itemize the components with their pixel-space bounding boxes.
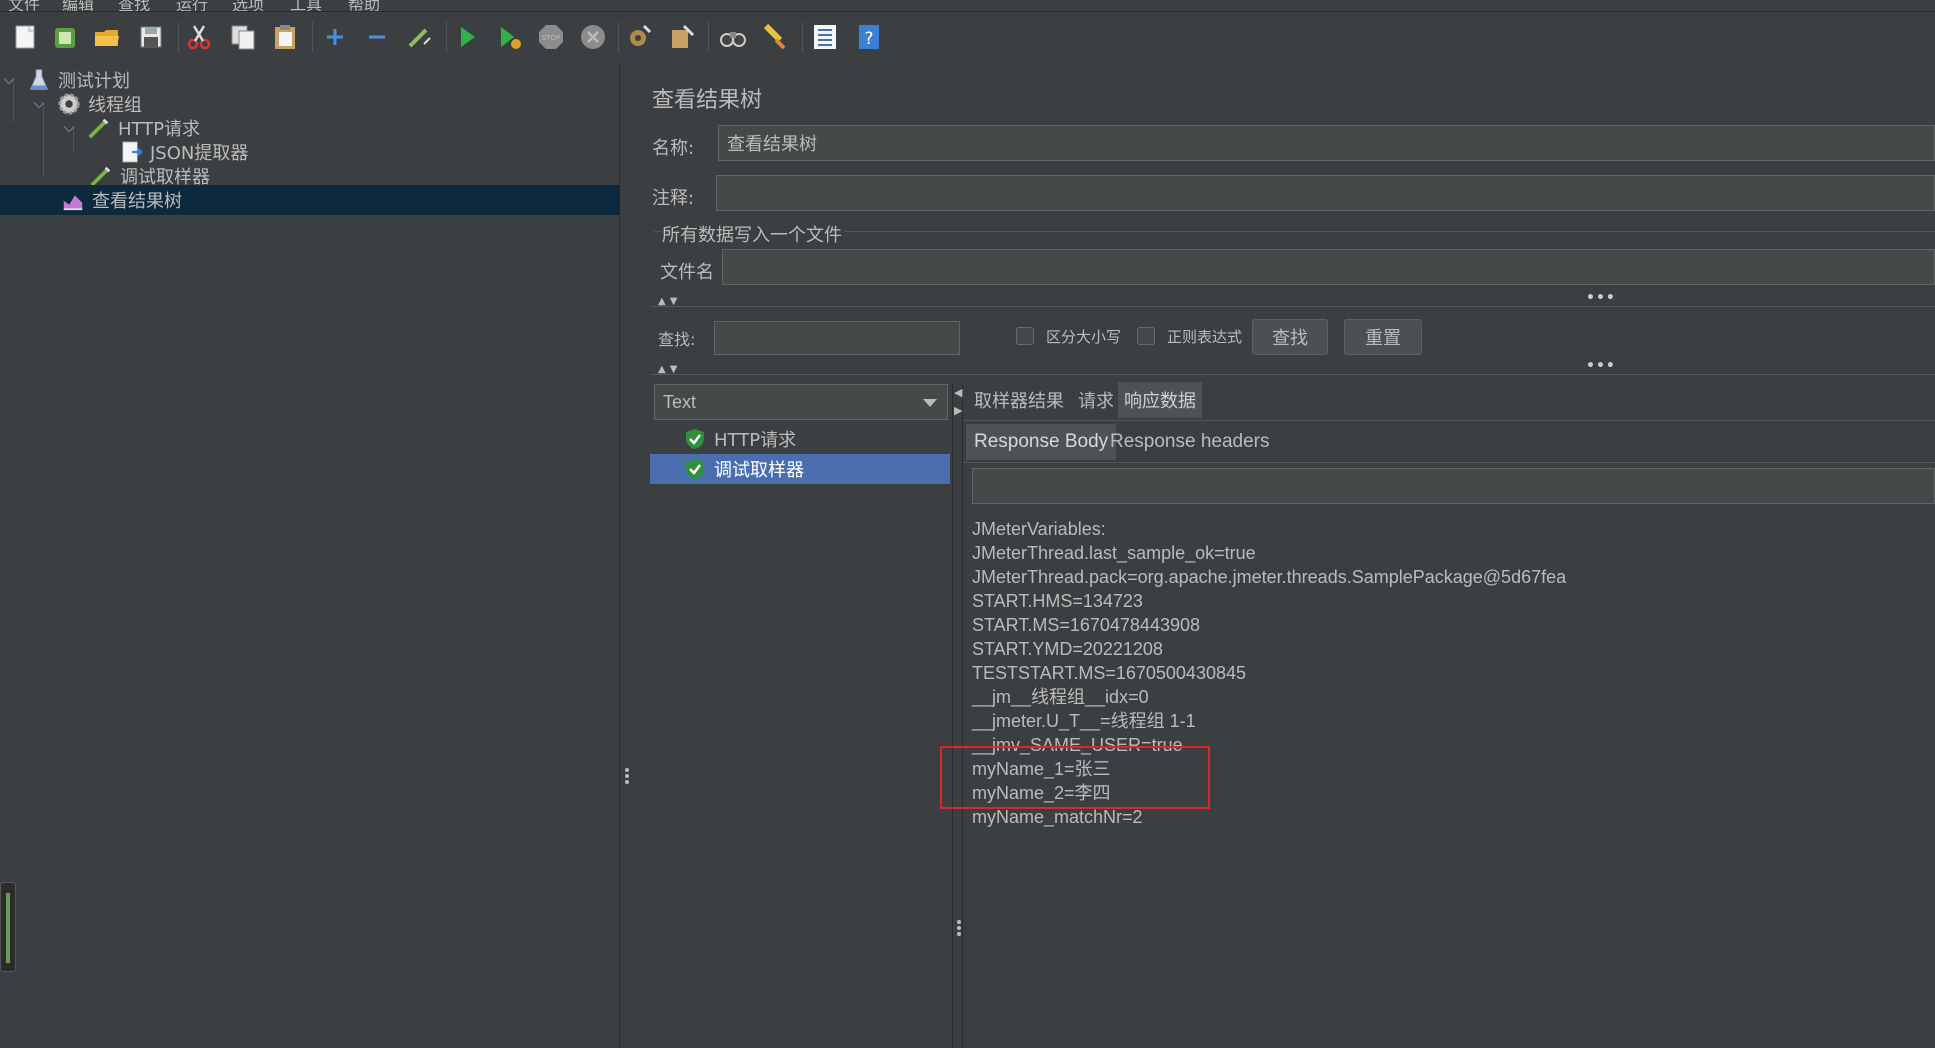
filename-field[interactable] (722, 249, 1935, 285)
tab-request[interactable]: 请求 (1072, 382, 1120, 418)
reset-button[interactable]: 重置 (1344, 319, 1422, 355)
toggle-icon[interactable] (402, 20, 436, 54)
response-line: START.MS=1670478443908 (972, 615, 1200, 635)
function-helper-icon[interactable] (808, 20, 842, 54)
tab-response-body[interactable]: Response Body (966, 424, 1117, 460)
menu-help[interactable]: 帮助 (348, 0, 380, 11)
comment-label: 注释: (652, 188, 695, 209)
menu-search[interactable]: 查找 (118, 0, 150, 11)
open-icon[interactable] (90, 20, 124, 54)
listener-icon (60, 187, 86, 213)
renderer-select[interactable]: Text (654, 384, 948, 420)
response-line: __jm__线程组__idx=0 (972, 687, 1149, 707)
svg-text:STOP: STOP (542, 34, 560, 42)
response-line: JMeterThread.pack=org.apache.jmeter.thre… (972, 567, 1567, 587)
shutdown-icon[interactable] (576, 20, 610, 54)
tree-item-label: 查看结果树 (92, 191, 182, 212)
chevron-down-icon[interactable]: ⌵ (30, 96, 48, 112)
response-line: START.HMS=134723 (972, 591, 1143, 611)
splitter-handle[interactable] (624, 766, 630, 786)
regex-label: 正则表达式 (1167, 328, 1243, 346)
result-item-label: HTTP请求 (714, 430, 797, 451)
collapse-arrows-1[interactable]: ▲▼ (658, 296, 681, 307)
start-icon[interactable] (450, 20, 484, 54)
success-shield-icon (684, 428, 706, 450)
test-plan-tree: ⌵ 测试计划 ⌵ 线程组 ⌵ HTTP请求 JSON提取器 调试取样器 查看结果… (0, 64, 620, 1048)
toolbar: STOP ? (0, 12, 1935, 64)
splitter-handle[interactable] (956, 918, 962, 938)
response-line: JMeterVariables: (972, 519, 1106, 539)
new-icon[interactable] (8, 20, 42, 54)
menu-file[interactable]: 文件 (8, 0, 40, 11)
reset-search-icon[interactable] (758, 20, 792, 54)
help-icon[interactable]: ? (852, 20, 886, 54)
success-shield-icon (684, 458, 706, 480)
templates-icon[interactable] (48, 20, 82, 54)
paste-icon[interactable] (268, 20, 302, 54)
copy-icon[interactable] (226, 20, 260, 54)
start-no-pause-icon[interactable] (492, 20, 526, 54)
more-dots-1[interactable]: ••• (1586, 290, 1616, 306)
chevron-down-icon[interactable]: ⌵ (0, 72, 18, 88)
clear-icon[interactable] (622, 20, 656, 54)
menu-tools[interactable]: 工具 (290, 0, 322, 11)
find-button[interactable]: 查找 (1252, 319, 1328, 355)
expand-icon[interactable] (318, 20, 352, 54)
name-field[interactable]: 查看结果树 (718, 125, 1935, 161)
tree-item-view-results-tree[interactable]: 查看结果树 (0, 185, 620, 215)
view-results-tree-panel: 查看结果树 名称: 查看结果树 注释: 所有数据写入一个文件 文件名 ▲▼ ••… (632, 64, 1935, 1048)
sampler-icon (86, 115, 112, 141)
name-label: 名称: (652, 138, 695, 159)
regex-checkbox[interactable] (1137, 327, 1155, 345)
tab-sampler-result[interactable]: 取样器结果 (968, 382, 1070, 418)
result-item-label: 调试取样器 (714, 460, 804, 481)
more-dots-2[interactable]: ••• (1586, 358, 1616, 374)
memory-gauge (0, 882, 16, 972)
search-label: 查找: (658, 330, 696, 349)
chevron-down-icon[interactable]: ⌵ (60, 120, 78, 136)
page-title: 查看结果树 (652, 88, 763, 113)
collapse-left-arrow[interactable]: ◀ (954, 386, 962, 399)
collapse-right-arrow[interactable]: ▶ (954, 404, 962, 417)
case-sensitive-label: 区分大小写 (1046, 328, 1122, 346)
collapse-icon[interactable] (360, 20, 394, 54)
tab-response-headers[interactable]: Response headers (1102, 424, 1278, 460)
response-search-field[interactable] (972, 468, 1935, 504)
result-item-http-request[interactable]: HTTP请求 (650, 424, 950, 454)
stop-icon[interactable]: STOP (534, 20, 568, 54)
search-icon[interactable] (716, 20, 750, 54)
chevron-down-icon (923, 399, 937, 407)
tab-response-data[interactable]: 响应数据 (1118, 382, 1202, 418)
clear-all-icon[interactable] (664, 20, 698, 54)
comment-field[interactable] (716, 175, 1935, 211)
response-line: TESTSTART.MS=1670500430845 (972, 663, 1246, 683)
collapse-arrows-2[interactable]: ▲▼ (658, 364, 681, 375)
response-line: JMeterThread.last_sample_ok=true (972, 543, 1256, 563)
menu-run[interactable]: 运行 (176, 0, 208, 11)
highlight-annotation-box (940, 746, 1210, 809)
response-line: START.YMD=20221208 (972, 639, 1163, 659)
filename-label: 文件名 (660, 262, 714, 283)
cut-icon[interactable] (182, 20, 216, 54)
file-section-title: 所有数据写入一个文件 (662, 225, 842, 246)
renderer-select-value: Text (663, 391, 697, 412)
response-line: __jmeter.U_T__=线程组 1-1 (972, 711, 1196, 731)
svg-text:?: ? (864, 29, 873, 49)
save-icon[interactable] (134, 20, 168, 54)
menu-options[interactable]: 选项 (232, 0, 264, 11)
menu-bar: 文件 编辑 查找 运行 选项 工具 帮助 (0, 0, 1935, 12)
menu-edit[interactable]: 编辑 (62, 0, 94, 11)
result-item-debug-sampler[interactable]: 调试取样器 (650, 454, 950, 484)
search-input[interactable] (714, 321, 960, 355)
case-sensitive-checkbox[interactable] (1016, 327, 1034, 345)
